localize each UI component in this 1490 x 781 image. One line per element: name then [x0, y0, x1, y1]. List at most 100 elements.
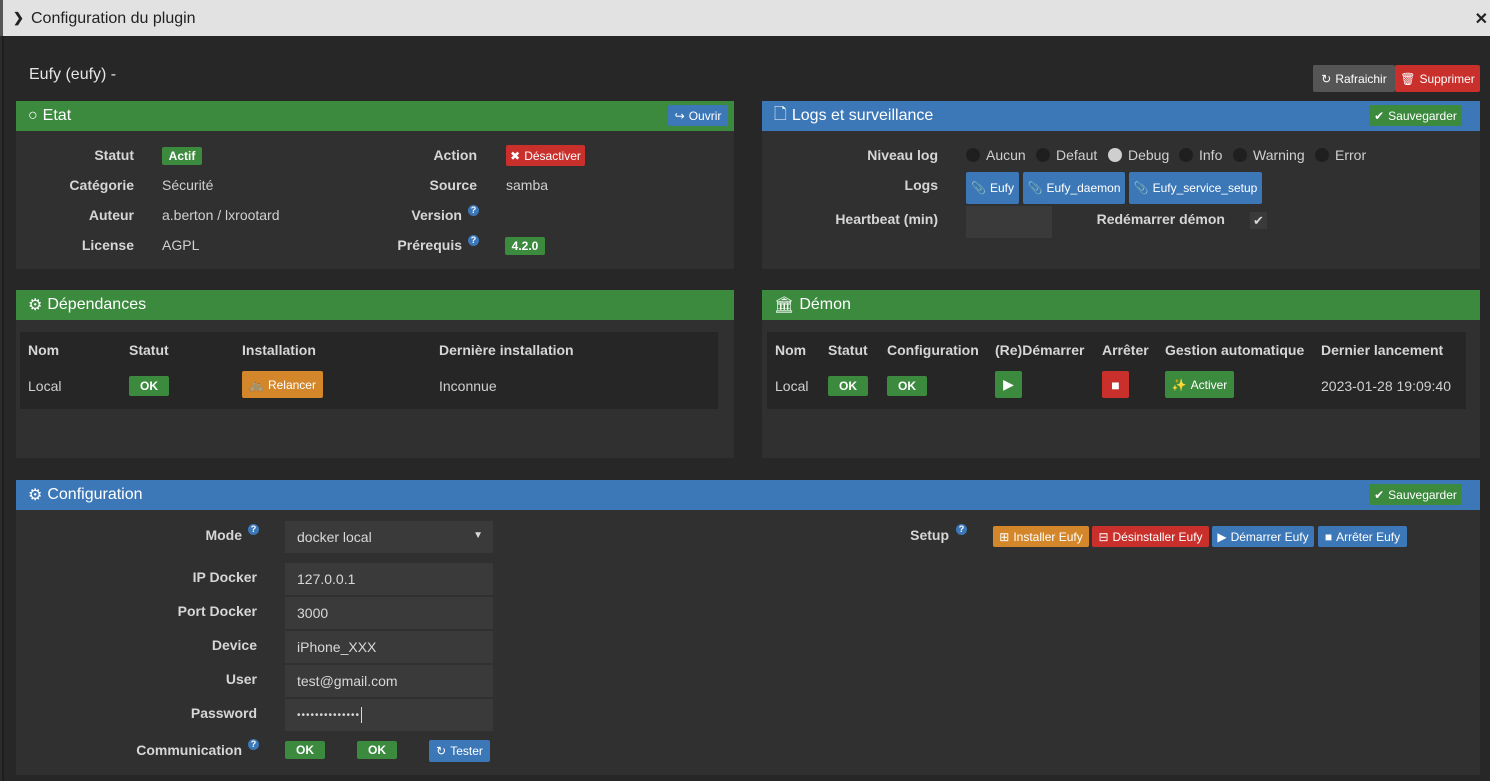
radio-info-label: Info — [1199, 147, 1223, 163]
configuration-header: ⚙ Configuration — [16, 480, 1480, 510]
refresh-button[interactable]: ↻ Rafraichir — [1313, 65, 1395, 92]
statut-label: Statut — [94, 147, 134, 163]
communication-badge-1: OK — [285, 741, 325, 759]
communication-label: Communication — [136, 742, 242, 758]
radio-defaut-label: Defaut — [1056, 147, 1098, 163]
caret-down-icon: ▼ — [473, 530, 483, 541]
play-icon: ▶ — [1003, 376, 1014, 392]
etat-title: Etat — [42, 107, 72, 124]
file-icon: 🗋 — [774, 105, 787, 123]
configuration-title: Configuration — [47, 486, 143, 503]
categorie-value: Sécurité — [162, 177, 214, 193]
arreter-eufy-button[interactable]: ■ Arrêter Eufy — [1318, 526, 1407, 547]
categorie-label: Catégorie — [69, 177, 134, 193]
demarrer-eufy-button[interactable]: ▶ Démarrer Eufy — [1212, 526, 1314, 547]
dep-row-nom: Local — [28, 378, 62, 394]
desactiver-button[interactable]: ✖ Désactiver — [506, 145, 585, 166]
magic-icon: ✨ — [1171, 377, 1187, 392]
dep-header-derniere: Dernière installation — [439, 342, 574, 358]
help-icon[interactable]: ? — [468, 205, 479, 216]
help-icon[interactable]: ? — [248, 739, 259, 750]
help-icon[interactable]: ? — [248, 524, 259, 535]
close-icon[interactable]: ✕ — [1475, 9, 1488, 29]
license-label: License — [81, 237, 134, 253]
demon-row-nom: Local — [775, 378, 809, 394]
demon-header-statut: Statut — [828, 342, 868, 358]
bicycle-icon: 🚲 — [249, 377, 264, 392]
demon-header-gestion: Gestion automatique — [1165, 342, 1305, 358]
password-input[interactable]: •••••••••••••• — [285, 699, 493, 731]
plugin-title: Eufy (eufy) - — [29, 66, 117, 83]
demon-header: 🏛 Démon — [762, 290, 1480, 320]
radio-aucun[interactable] — [966, 148, 980, 162]
logs-save-button[interactable]: ✔ Sauvegarder — [1369, 105, 1462, 126]
etat-header: ○ Etat — [16, 101, 734, 131]
modal-header: ❯ Configuration du plugin ✕ — [0, 0, 1490, 36]
mode-select[interactable]: docker local ▼ — [285, 521, 493, 553]
user-input[interactable]: test@gmail.com — [285, 665, 493, 697]
desinstaller-eufy-button[interactable]: ⊟ Désinstaller Eufy — [1092, 526, 1209, 547]
radio-warning[interactable] — [1233, 148, 1247, 162]
port-docker-input[interactable]: 3000 — [285, 597, 493, 629]
open-button[interactable]: ↪ Ouvrir — [668, 105, 728, 126]
log-eufy-service-setup-button[interactable]: 📎 Eufy_service_setup — [1129, 172, 1262, 204]
start-daemon-button[interactable]: ▶ — [995, 371, 1022, 398]
dependances-header: ⚙ Dépendances — [16, 290, 734, 320]
restart-daemon-checkbox[interactable]: ✔ — [1250, 212, 1267, 229]
paperclip-icon: 📎 — [1027, 181, 1043, 195]
modal-title: Configuration du plugin — [31, 10, 196, 27]
plus-square-icon: ⊞ — [999, 529, 1010, 544]
help-icon[interactable]: ? — [956, 524, 967, 535]
relancer-button[interactable]: 🚲 Relancer — [242, 371, 323, 398]
restart-daemon-label: Redémarrer démon — [1096, 211, 1225, 227]
dep-row-statut-badge: OK — [129, 376, 169, 396]
demon-header-arreter: Arrêter — [1102, 342, 1149, 358]
radio-warning-label: Warning — [1253, 147, 1305, 163]
demon-row-config-badge: OK — [887, 376, 927, 396]
demon-row-dernier: 2023-01-28 19:09:40 — [1321, 378, 1451, 394]
prerequis-label: Prérequis — [397, 237, 462, 253]
ip-docker-input[interactable]: 127.0.0.1 — [285, 563, 493, 595]
stop-icon: ■ — [1111, 376, 1120, 393]
prerequis-badge: 4.2.0 — [505, 237, 545, 255]
demon-header-dernier: Dernier lancement — [1321, 342, 1444, 358]
logs-title: Logs et surveillance — [791, 107, 934, 124]
dep-row-derniere: Inconnue — [439, 378, 497, 394]
radio-debug[interactable] — [1108, 148, 1122, 162]
stop-daemon-button[interactable]: ■ — [1102, 371, 1129, 398]
statut-badge: Actif — [162, 147, 202, 165]
radio-error-label: Error — [1335, 147, 1367, 163]
dependances-title: Dépendances — [47, 296, 147, 313]
installer-eufy-button[interactable]: ⊞ Installer Eufy — [993, 526, 1089, 547]
minus-square-icon: ⊟ — [1098, 529, 1109, 544]
source-value: samba — [506, 177, 549, 193]
dep-header-installation: Installation — [242, 342, 316, 358]
device-label: Device — [211, 637, 257, 653]
share-icon: ↪ — [674, 108, 685, 123]
help-icon[interactable]: ? — [468, 235, 479, 246]
trash-icon: 🗑 — [1400, 71, 1416, 86]
activer-button[interactable]: ✨ Activer — [1165, 371, 1234, 398]
auteur-value: a.berton / lxrootard — [162, 207, 280, 223]
log-eufy-daemon-button[interactable]: 📎 Eufy_daemon — [1023, 172, 1125, 204]
delete-button[interactable]: 🗑 Supprimer — [1395, 65, 1480, 92]
config-save-button[interactable]: ✔ Sauvegarder — [1369, 484, 1462, 505]
log-eufy-button[interactable]: 📎 Eufy — [966, 172, 1019, 204]
device-input[interactable]: iPhone_XXX — [285, 631, 493, 663]
demon-header-nom: Nom — [775, 342, 807, 358]
chevron-right-icon: ❯ — [13, 10, 24, 25]
niveau-log-label: Niveau log — [867, 147, 938, 163]
version-label: Version — [411, 207, 462, 223]
configuration-panel: ⚙ Configuration ✔ Sauvegarder — [16, 480, 1480, 775]
demon-header-configuration: Configuration — [887, 342, 979, 358]
heartbeat-input[interactable] — [966, 206, 1052, 238]
tester-button[interactable]: ↻ Tester — [429, 740, 490, 762]
radio-debug-label: Debug — [1128, 147, 1170, 163]
cog-icon: ⚙ — [28, 297, 43, 314]
demon-title: Démon — [799, 296, 851, 313]
circle-notch-icon: ○ — [28, 107, 38, 124]
license-value: AGPL — [162, 237, 200, 253]
radio-info[interactable] — [1179, 148, 1193, 162]
radio-error[interactable] — [1315, 148, 1329, 162]
radio-defaut[interactable] — [1036, 148, 1050, 162]
